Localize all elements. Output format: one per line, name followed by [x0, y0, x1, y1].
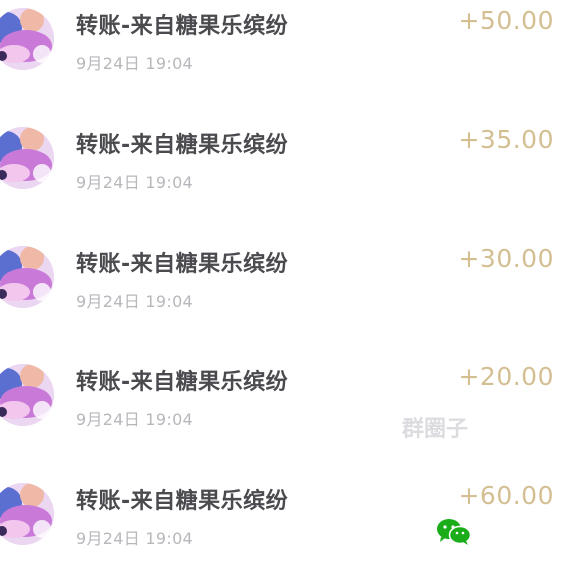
avatar — [0, 364, 54, 426]
transaction-amount: +50.00 — [458, 6, 554, 35]
transaction-time: 9月24日 19:04 — [76, 173, 194, 192]
transaction-time: 9月24日 19:04 — [76, 54, 194, 73]
transaction-amount: +30.00 — [458, 244, 554, 273]
transaction-row[interactable]: 转账-来自糖果乐缤纷 9月24日 19:04 +60.00 — [0, 475, 568, 568]
avatar — [0, 246, 54, 308]
transaction-amount: +20.00 — [458, 362, 554, 391]
transaction-title: 转账-来自糖果乐缤纷 — [76, 133, 289, 158]
avatar — [0, 483, 54, 545]
transaction-time: 9月24日 19:04 — [76, 529, 194, 548]
transaction-amount: +35.00 — [458, 125, 554, 154]
transaction-title: 转账-来自糖果乐缤纷 — [76, 370, 289, 395]
avatar — [0, 8, 54, 70]
transaction-row[interactable]: 转账-来自糖果乐缤纷 9月24日 19:04 +20.00 — [0, 356, 568, 474]
transaction-time: 9月24日 19:04 — [76, 410, 194, 429]
transaction-row[interactable]: 转账-来自糖果乐缤纷 9月24日 19:04 +35.00 — [0, 119, 568, 237]
avatar — [0, 127, 54, 189]
transaction-row[interactable]: 转账-来自糖果乐缤纷 9月24日 19:04 +50.00 — [0, 0, 568, 118]
transaction-row[interactable]: 转账-来自糖果乐缤纷 9月24日 19:04 +30.00 — [0, 238, 568, 356]
wechat-icon — [437, 519, 472, 545]
watermark-text: 群圈子 — [402, 417, 469, 442]
transaction-title: 转账-来自糖果乐缤纷 — [76, 489, 289, 514]
transaction-title: 转账-来自糖果乐缤纷 — [76, 14, 289, 39]
transaction-amount: +60.00 — [458, 481, 554, 510]
transaction-list: 转账-来自糖果乐缤纷 9月24日 19:04 +50.00 转账-来自糖果乐缤纷… — [0, 0, 568, 568]
transaction-time: 9月24日 19:04 — [76, 292, 194, 311]
transaction-title: 转账-来自糖果乐缤纷 — [76, 252, 289, 277]
